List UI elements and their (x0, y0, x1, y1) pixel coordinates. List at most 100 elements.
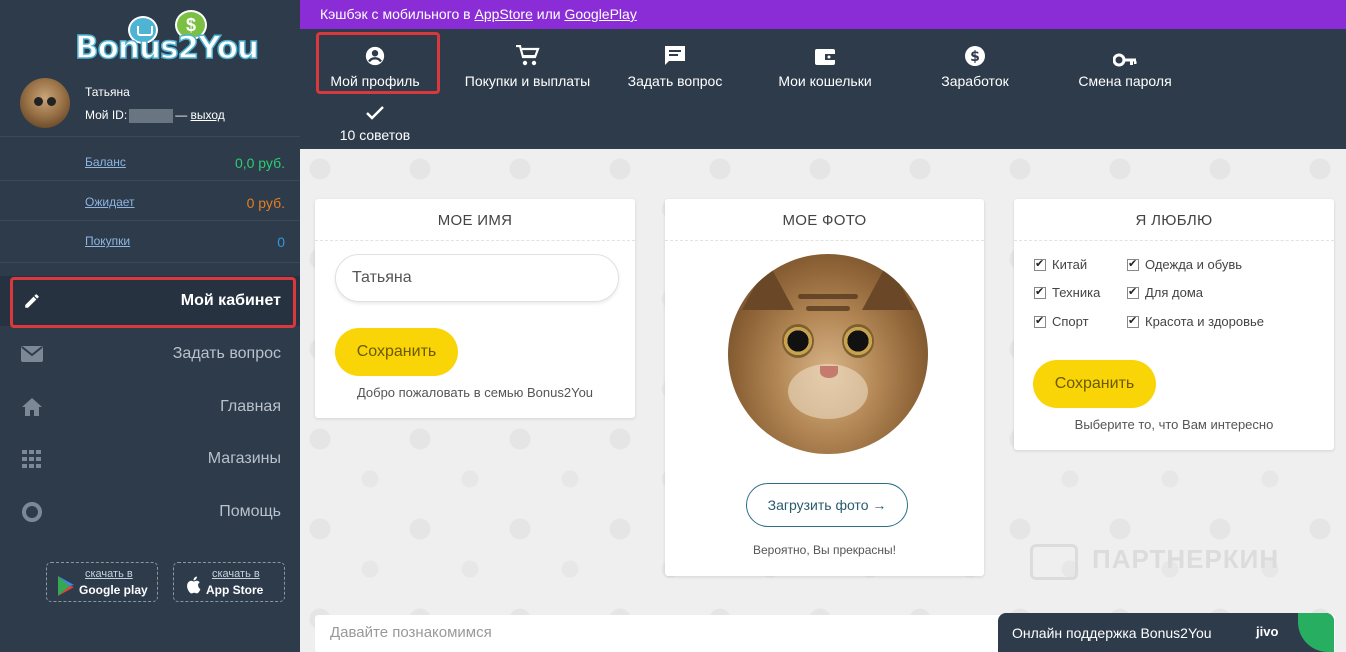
account-circle-icon (320, 39, 430, 67)
store-small-label: скачать в (85, 568, 133, 580)
interest-label: Для дома (1145, 285, 1204, 300)
google-play-button[interactable]: скачать в Google play (46, 562, 158, 602)
app-store-button[interactable]: скачать в App Store (173, 562, 285, 602)
interest-label: Техника (1052, 285, 1101, 300)
chat-green-icon (1298, 613, 1334, 652)
apple-icon (185, 576, 201, 599)
upload-photo-button[interactable]: Загрузить фото → (746, 483, 908, 527)
tab-ask[interactable]: Задать вопрос (620, 39, 730, 99)
stat-pending: Ожидает 0 руб. (85, 195, 285, 211)
interest-option[interactable]: Спорт (1034, 314, 1089, 329)
divider (0, 136, 300, 137)
stat-purchases-label[interactable]: Покупки (85, 234, 130, 250)
checkbox-checked[interactable] (1127, 314, 1139, 328)
wallet-icon (770, 39, 880, 67)
user-info: Татьяна Мой ID: — выход (20, 78, 300, 136)
sidebar-item-shops[interactable]: Магазины (0, 434, 300, 484)
checkbox-checked[interactable] (1034, 257, 1046, 271)
sidebar-item-label: Главная (220, 398, 281, 415)
promo-or: или (536, 6, 561, 22)
divider (0, 262, 300, 263)
sidebar: $ Bonus2You Татьяна Мой ID: — выход Балан… (0, 0, 300, 652)
lifebuoy-icon (20, 500, 44, 524)
logout-link[interactable]: выход (191, 108, 225, 122)
user-id-masked (129, 108, 174, 123)
check-icon (320, 99, 430, 121)
interests-card: Я ЛЮБЛЮ Китай Одежда и обувь Техника Для… (1014, 199, 1334, 450)
stat-balance: Баланс 0,0 руб. (85, 155, 285, 171)
name-field[interactable]: Татьяна (335, 254, 619, 302)
store-big-label: Google play (79, 583, 148, 597)
svg-text:$: $ (970, 49, 980, 65)
tab-label: Покупки и выплаты (464, 73, 591, 89)
sidebar-item-label: Помощь (219, 503, 281, 520)
name-card: МОЕ ИМЯ Татьяна Сохранить Добро пожалова… (315, 199, 635, 418)
card-title: МОЕ ИМЯ (315, 199, 635, 241)
sidebar-item-label: Задать вопрос (172, 345, 281, 362)
interest-option[interactable]: Китай (1034, 257, 1087, 272)
checkbox-checked[interactable] (1127, 285, 1139, 299)
photo-card: МОЕ ФОТО Загрузить фото → Вероятно, Вы п… (665, 199, 984, 576)
main: Кэшбэк с мобильного в AppStore или Googl… (300, 0, 1346, 652)
divider (0, 220, 300, 221)
stat-pending-label[interactable]: Ожидает (85, 195, 135, 211)
tab-label: Задать вопрос (627, 73, 723, 89)
logo-area: $ Bonus2You (0, 0, 300, 70)
interest-label: Китай (1052, 257, 1088, 272)
sidebar-item-ask[interactable]: Задать вопрос (0, 329, 300, 379)
checkbox-checked[interactable] (1034, 314, 1046, 328)
checkbox-checked[interactable] (1127, 257, 1139, 271)
user-id-label: Мой ID: (85, 108, 128, 122)
logo-text: Bonus2You (74, 29, 260, 67)
tab-purchases[interactable]: Покупки и выплаты (460, 39, 595, 99)
stat-balance-value: 0,0 руб. (234, 155, 285, 171)
tab-profile[interactable]: Мой профиль (320, 39, 430, 99)
tab-password[interactable]: Смена пароля (1070, 39, 1180, 99)
sidebar-item-cabinet[interactable]: Мой кабинет (0, 276, 300, 326)
key-icon (1070, 39, 1180, 67)
sidebar-item-help[interactable]: Помощь (0, 487, 300, 537)
interest-option[interactable]: Для дома (1127, 285, 1203, 300)
dollar-icon: $ (920, 39, 1030, 67)
interest-label: Одежда и обувь (1145, 257, 1243, 272)
user-id-separator: — (175, 108, 188, 122)
tab-label: 10 советов (339, 127, 411, 143)
tab-label: Заработок (941, 73, 1009, 89)
profile-photo (728, 254, 928, 454)
sidebar-item-label: Мой кабинет (180, 292, 281, 309)
tab-label: Мои кошельки (778, 73, 872, 89)
pencil-icon (20, 289, 44, 313)
support-chat-widget[interactable]: Онлайн поддержка Bonus2You jivo (998, 613, 1334, 652)
tab-wallets[interactable]: Мои кошельки (770, 39, 880, 99)
stat-purchases-value: 0 (277, 234, 285, 250)
logo[interactable]: $ Bonus2You (74, 10, 260, 70)
promo-bar: Кэшбэк с мобильного в AppStore или Googl… (300, 0, 1346, 29)
intro-title: Давайте познакомимся (330, 624, 492, 641)
sidebar-item-label: Магазины (207, 450, 281, 467)
sidebar-item-home[interactable]: Главная (0, 382, 300, 432)
interest-option[interactable]: Красота и здоровье (1127, 314, 1264, 329)
appstore-link[interactable]: AppStore (474, 6, 532, 22)
welcome-note: Добро пожаловать в семью Bonus2You (356, 385, 594, 400)
stat-balance-label[interactable]: Баланс (85, 155, 126, 171)
promo-text: Кэшбэк с мобильного в (320, 6, 471, 22)
chat-label: Онлайн поддержка Bonus2You (1012, 625, 1212, 641)
googleplay-link[interactable]: GooglePlay (564, 6, 636, 22)
tab-earnings[interactable]: $ Заработок (920, 39, 1030, 99)
interest-option[interactable]: Одежда и обувь (1127, 257, 1242, 272)
save-interests-button[interactable]: Сохранить (1033, 360, 1156, 408)
photo-note: Вероятно, Вы прекрасны! (753, 543, 896, 557)
grid-icon (20, 447, 44, 471)
card-title: МОЕ ФОТО (665, 199, 984, 241)
user-name: Татьяна (85, 85, 130, 99)
checkbox-checked[interactable] (1034, 285, 1046, 299)
save-name-button[interactable]: Сохранить (335, 328, 458, 376)
stat-pending-value: 0 руб. (246, 195, 285, 211)
tab-label: Мой профиль (330, 73, 420, 89)
stat-purchases: Покупки 0 (85, 234, 285, 250)
interests-note: Выберите то, что Вам интересно (1074, 417, 1274, 432)
envelope-icon (20, 342, 44, 366)
interest-option[interactable]: Техника (1034, 285, 1100, 300)
interest-label: Спорт (1052, 314, 1089, 329)
user-id: Мой ID: — выход (85, 108, 225, 123)
